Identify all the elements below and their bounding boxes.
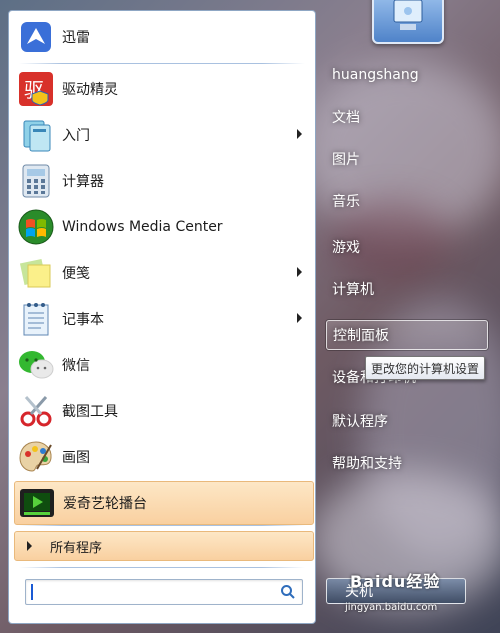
help-support-link[interactable]: 帮助和支持 bbox=[326, 448, 488, 478]
music-link[interactable]: 音乐 bbox=[326, 186, 488, 216]
text-cursor bbox=[31, 584, 33, 600]
notepad-icon bbox=[16, 299, 56, 339]
program-label: 爱奇艺轮播台 bbox=[63, 496, 147, 512]
program-item-getting-started[interactable]: 入门 bbox=[14, 113, 312, 157]
sticky-notes-icon bbox=[16, 253, 56, 293]
start-menu-program-list: 迅雷 驱 驱动精灵 入门 计算器 Windows Media Center 便笺… bbox=[8, 10, 316, 624]
program-label: 截图工具 bbox=[62, 404, 118, 420]
calculator-icon bbox=[16, 161, 56, 201]
program-item-calculator[interactable]: 计算器 bbox=[14, 159, 312, 203]
program-item-notepad[interactable]: 记事本 bbox=[14, 297, 312, 341]
program-label: 驱动精灵 bbox=[62, 82, 118, 98]
control-panel-link[interactable]: 控制面板 bbox=[326, 320, 488, 350]
baidu-watermark: Baidu经验 jingyan.baidu.com bbox=[345, 568, 441, 613]
watermark-logo: Baidu经验 bbox=[350, 572, 441, 591]
link-label: 音乐 bbox=[332, 194, 360, 210]
program-label: 入门 bbox=[62, 128, 90, 144]
xunlei-bird-icon bbox=[16, 17, 56, 57]
submenu-arrow-icon[interactable] bbox=[297, 267, 302, 277]
link-label: 游戏 bbox=[332, 240, 360, 256]
program-item-xunlei[interactable]: 迅雷 bbox=[14, 15, 312, 59]
games-link[interactable]: 游戏 bbox=[326, 232, 488, 262]
program-label: Windows Media Center bbox=[62, 219, 223, 235]
program-item-iqiyi-carousel[interactable]: 爱奇艺轮播台 bbox=[14, 481, 314, 525]
program-label: 记事本 bbox=[62, 312, 104, 328]
start-menu-right-column: huangshang 文档 图片 音乐 游戏 计算机 控制面板 设备和打印机 默… bbox=[318, 0, 500, 633]
search-input[interactable] bbox=[25, 579, 303, 605]
paint-palette-icon bbox=[16, 437, 56, 477]
program-item-windows-media-center[interactable]: Windows Media Center bbox=[14, 205, 312, 249]
getting-started-icon bbox=[16, 115, 56, 155]
link-label: 默认程序 bbox=[332, 414, 388, 430]
scissors-icon bbox=[16, 391, 56, 431]
driver-genius-icon: 驱 bbox=[16, 69, 56, 109]
expand-arrow-icon bbox=[27, 541, 32, 551]
link-label: 控制面板 bbox=[333, 328, 389, 344]
wechat-icon bbox=[16, 345, 56, 385]
program-label: 迅雷 bbox=[62, 30, 90, 46]
program-label: 便笺 bbox=[62, 266, 90, 282]
link-label: 计算机 bbox=[332, 282, 374, 298]
computer-link[interactable]: 计算机 bbox=[326, 274, 488, 304]
user-name-link[interactable]: huangshang bbox=[326, 60, 488, 90]
program-item-paint[interactable]: 画图 bbox=[14, 435, 312, 479]
iqiyi-tv-icon bbox=[17, 483, 57, 523]
link-label: 图片 bbox=[332, 152, 360, 168]
all-programs-button[interactable]: 所有程序 bbox=[14, 531, 314, 561]
pictures-link[interactable]: 图片 bbox=[326, 144, 488, 174]
link-label: huangshang bbox=[332, 67, 419, 83]
program-item-wechat[interactable]: 微信 bbox=[14, 343, 312, 387]
watermark-url: jingyan.baidu.com bbox=[345, 602, 438, 613]
search-icon[interactable] bbox=[280, 584, 296, 604]
link-label: 帮助和支持 bbox=[332, 456, 402, 472]
program-item-driver-genius[interactable]: 驱 驱动精灵 bbox=[14, 67, 312, 111]
program-label: 画图 bbox=[62, 450, 90, 466]
windows-logo-icon bbox=[16, 207, 56, 247]
submenu-arrow-icon[interactable] bbox=[297, 129, 302, 139]
submenu-arrow-icon[interactable] bbox=[297, 313, 302, 323]
program-item-snipping-tool[interactable]: 截图工具 bbox=[14, 389, 312, 433]
program-label: 微信 bbox=[62, 358, 90, 374]
program-item-sticky-notes[interactable]: 便笺 bbox=[14, 251, 312, 295]
program-label: 计算器 bbox=[62, 174, 104, 190]
default-programs-link[interactable]: 默认程序 bbox=[326, 406, 488, 436]
link-label: 文档 bbox=[332, 110, 360, 126]
documents-link[interactable]: 文档 bbox=[326, 102, 488, 132]
tooltip: 更改您的计算机设置 bbox=[365, 356, 486, 380]
all-programs-label: 所有程序 bbox=[50, 540, 103, 556]
